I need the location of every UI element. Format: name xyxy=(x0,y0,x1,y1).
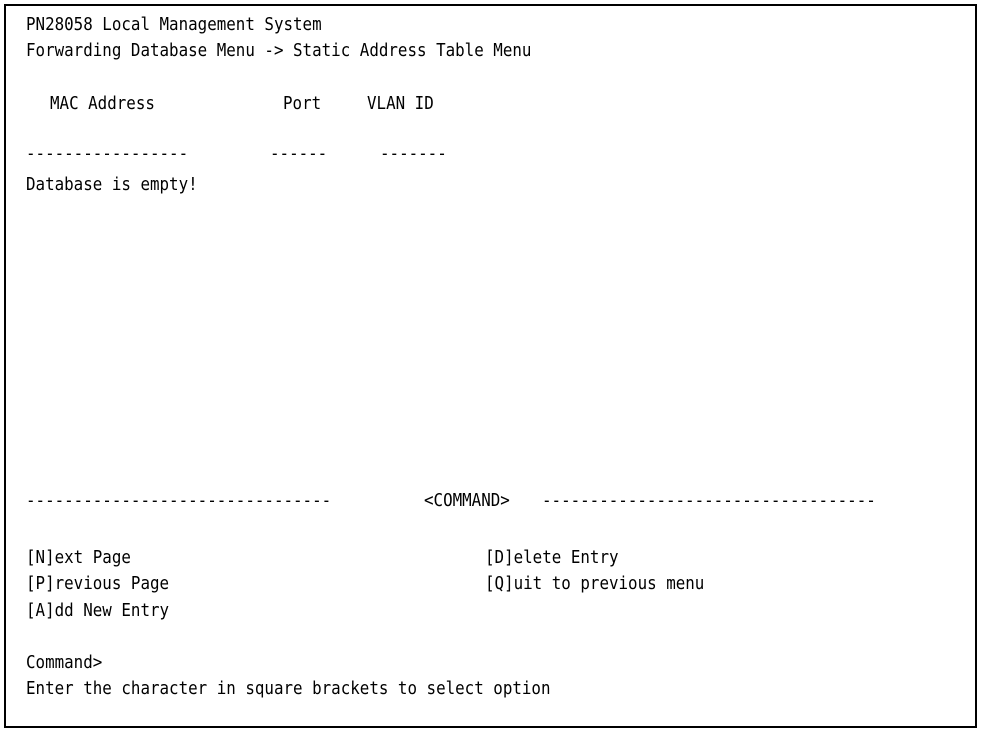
empty-database-message: Database is empty! xyxy=(26,174,198,195)
command-prompt[interactable]: Command> xyxy=(26,651,102,675)
terminal-window: PN28058 Local Management System Forwardi… xyxy=(4,4,977,728)
delete-entry-command[interactable]: [D]elete Entry xyxy=(485,546,619,570)
previous-page-command[interactable]: [P]revious Page xyxy=(26,572,169,596)
quit-command[interactable]: [Q]uit to previous menu xyxy=(485,572,704,596)
column-underline-mac-address: ----------------- xyxy=(26,143,189,164)
column-underline-vlan-id: ------- xyxy=(380,143,447,164)
next-page-command[interactable]: [N]ext Page xyxy=(26,546,131,570)
command-divider-right: ----------------------------------- xyxy=(542,490,876,511)
command-divider-label: <COMMAND> xyxy=(424,490,510,511)
column-header-port: Port xyxy=(283,93,322,114)
breadcrumb: Forwarding Database Menu -> Static Addre… xyxy=(26,40,532,61)
prompt-hint: Enter the character in square brackets t… xyxy=(26,678,551,699)
column-header-mac-address: MAC Address xyxy=(50,93,155,114)
column-header-vlan-id: VLAN ID xyxy=(367,93,434,114)
column-underline-port: ------ xyxy=(270,143,328,164)
add-new-entry-command[interactable]: [A]dd New Entry xyxy=(26,599,169,623)
system-title: PN28058 Local Management System xyxy=(26,14,322,35)
command-divider-left: -------------------------------- xyxy=(26,490,332,511)
